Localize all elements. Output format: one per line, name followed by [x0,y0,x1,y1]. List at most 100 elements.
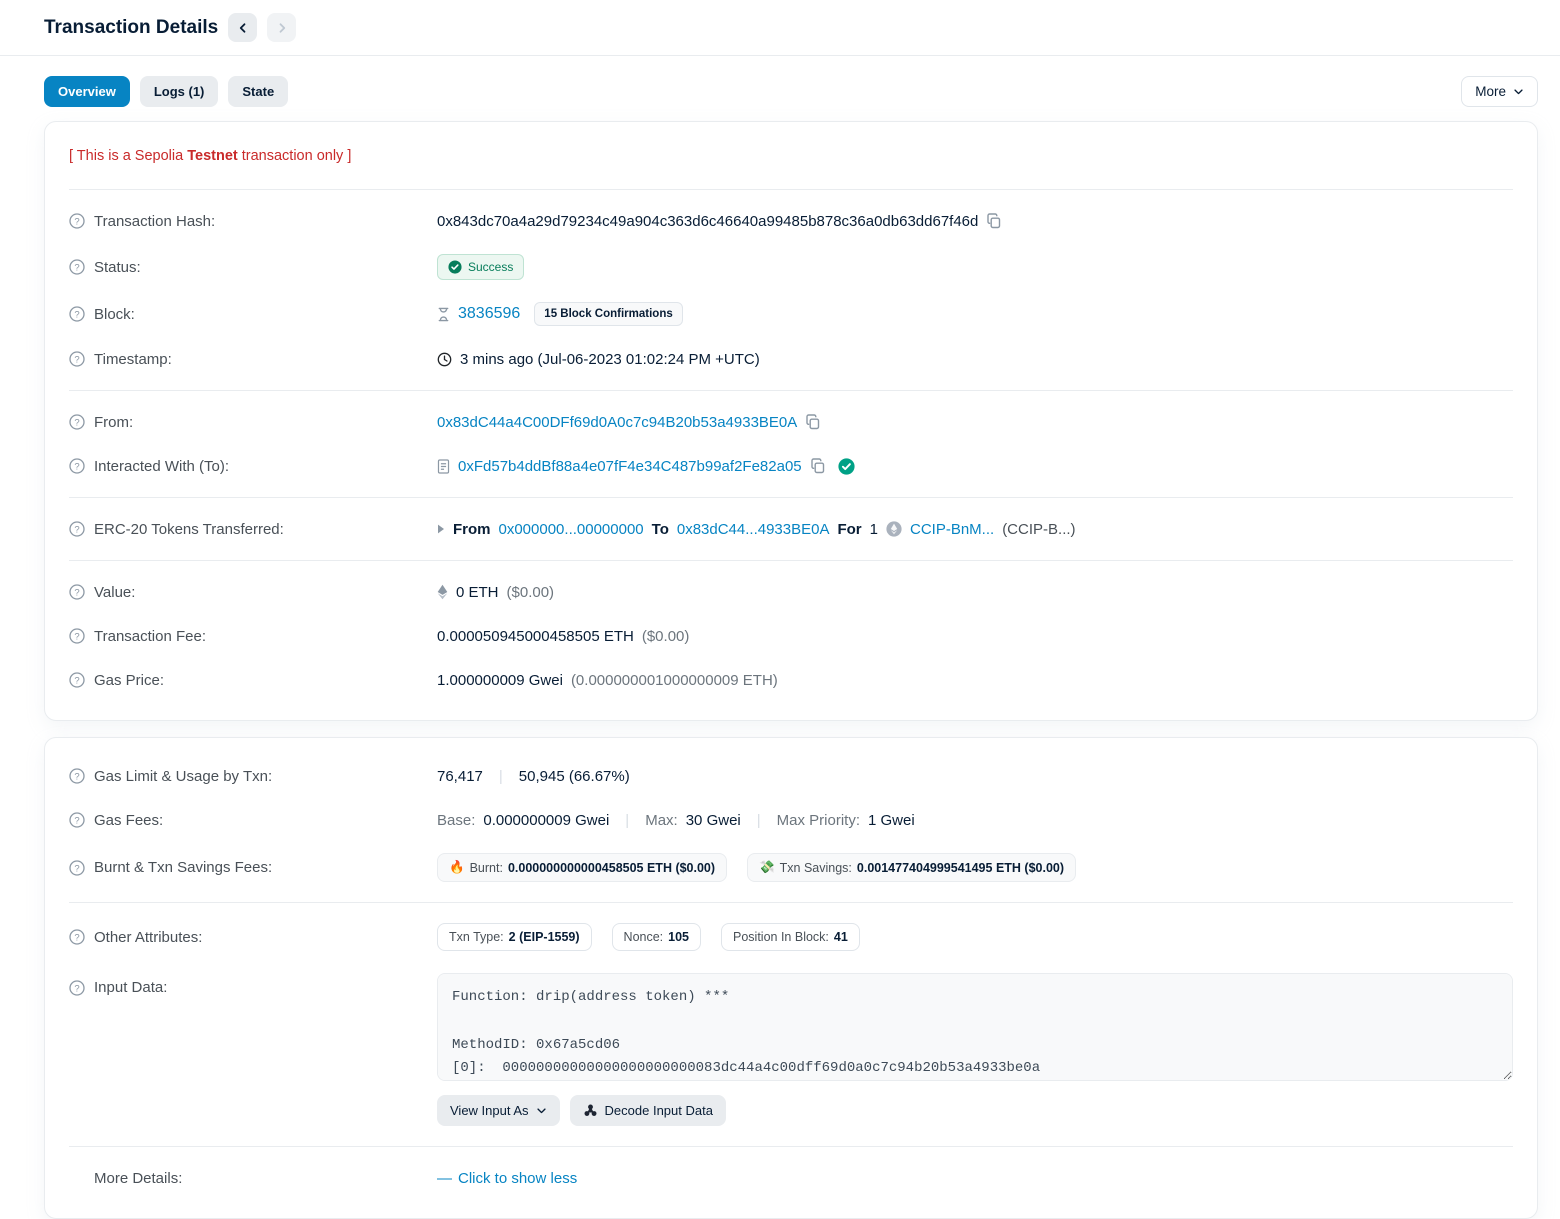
help-icon[interactable]: ? [69,351,85,367]
next-transaction-button[interactable] [267,13,296,42]
eth-icon [437,584,448,600]
copy-icon[interactable] [805,414,821,430]
status-label: ? Status: [69,259,437,276]
chevron-right-icon [276,22,288,34]
help-icon[interactable]: ? [69,980,85,996]
help-icon[interactable]: ? [69,860,85,876]
block-label: ? Block: [69,306,437,323]
divider [69,902,1513,903]
value-row: ? Value: 0 ETH ($0.00) [69,570,1513,614]
txn-type-badge: Txn Type: 2 (EIP-1559) [437,923,592,951]
tab-overview[interactable]: Overview [44,76,130,107]
value-amount: 0 ETH [456,584,499,601]
burnt-savings-row: ? Burnt & Txn Savings Fees: 🔥 Burnt: 0.0… [69,842,1513,893]
help-icon[interactable]: ? [69,259,85,275]
svg-text:?: ? [74,771,79,782]
tab-state[interactable]: State [228,76,288,107]
svg-text:?: ? [74,309,79,320]
burnt-value: 0.000000000000458505 ETH ($0.00) [508,861,715,875]
previous-transaction-button[interactable] [228,13,257,42]
more-details-row: More Details: — Click to show less [69,1156,1513,1200]
interacted-with-row: ? Interacted With (To): 0xFd57b4ddBf88a4… [69,444,1513,488]
input-data-row: ? Input Data: Function: drip(address tok… [69,962,1513,1137]
transaction-fee-usd: ($0.00) [642,628,690,645]
copy-icon[interactable] [986,213,1002,229]
timestamp-row: ? Timestamp: 3 mins ago (Jul-06-2023 01:… [69,337,1513,381]
show-less-link[interactable]: — Click to show less [437,1170,577,1187]
more-button[interactable]: More [1461,76,1538,107]
erc20-transfers-label: ? ERC-20 Tokens Transferred: [69,521,437,538]
value-label: ? Value: [69,584,437,601]
position-in-block-badge: Position In Block: 41 [721,923,860,951]
help-icon[interactable]: ? [69,414,85,430]
input-data-label: ? Input Data: [69,973,437,996]
help-icon[interactable]: ? [69,929,85,945]
gas-price-amount: 1.000000009 Gwei [437,672,563,689]
help-icon[interactable]: ? [69,584,85,600]
erc20-token-link[interactable]: CCIP-BnM... [910,521,994,538]
gas-fee-max-priority: 1 Gwei [868,812,915,829]
divider [69,189,1513,190]
help-icon[interactable]: ? [69,768,85,784]
svg-text:?: ? [74,983,79,994]
decode-icon [583,1103,598,1118]
svg-text:?: ? [74,863,79,874]
svg-text:?: ? [74,675,79,686]
gas-fees-row: ? Gas Fees: Base: 0.000000009 Gwei | Max… [69,798,1513,842]
gas-price-row: ? Gas Price: 1.000000009 Gwei (0.0000000… [69,658,1513,702]
svg-text:?: ? [74,417,79,428]
svg-text:?: ? [74,262,79,273]
testnet-notice: [ This is a Sepolia Testnet transaction … [69,138,1513,180]
help-icon[interactable]: ? [69,306,85,322]
transaction-fee-amount: 0.000050945000458505 ETH [437,628,634,645]
help-icon[interactable]: ? [69,628,85,644]
timestamp-value: 3 mins ago (Jul-06-2023 01:02:24 PM +UTC… [460,351,760,368]
tabs: Overview Logs (1) State [44,76,288,107]
chevron-down-icon [536,1105,547,1116]
from-row: ? From: 0x83dC44a4C00DFf69d0A0c7c94B20b5… [69,400,1513,444]
tabs-row: Overview Logs (1) State More [44,76,1538,107]
erc20-token-symbol: (CCIP-B...) [1002,521,1075,538]
view-input-as-button[interactable]: View Input As [437,1095,560,1126]
transaction-hash-row: ? Transaction Hash: 0x843dc70a4a29d79234… [69,199,1513,243]
erc20-transfer-item: From 0x000000...00000000 To 0x83dC44...4… [437,521,1513,538]
gas-fee-max: 30 Gwei [686,812,741,829]
input-data-textarea[interactable]: Function: drip(address token) *** Method… [437,973,1513,1081]
transaction-fee-row: ? Transaction Fee: 0.000050945000458505 … [69,614,1513,658]
fire-icon: 🔥 [449,860,465,875]
gas-limit-value: 76,417 [437,768,483,785]
verified-contract-icon [838,458,855,475]
chevron-left-icon [237,22,249,34]
help-icon[interactable]: ? [69,458,85,474]
interacted-with-address-link[interactable]: 0xFd57b4ddBf88a4e07fF4e34C487b99af2Fe82a… [458,458,802,475]
help-icon[interactable]: ? [69,213,85,229]
help-icon[interactable]: ? [69,672,85,688]
svg-text:?: ? [74,815,79,826]
tab-logs[interactable]: Logs (1) [140,76,219,107]
check-circle-icon [448,260,462,274]
copy-icon[interactable] [810,458,826,474]
txn-savings-value: 0.001477404999541495 ETH ($0.00) [857,861,1064,875]
divider [69,497,1513,498]
block-row: ? Block: 3836596 15 Block Confirmations [69,291,1513,337]
erc20-from-address-link[interactable]: 0x000000...00000000 [499,521,644,538]
burnt-badge: 🔥 Burnt: 0.000000000000458505 ETH ($0.00… [437,853,727,882]
svg-text:?: ? [74,524,79,535]
help-icon[interactable]: ? [69,521,85,537]
gas-usage-value: 50,945 (66.67%) [519,768,630,785]
help-icon[interactable]: ? [69,812,85,828]
txn-savings-badge: 💸 Txn Savings: 0.001477404999541495 ETH … [747,853,1076,882]
svg-text:?: ? [74,216,79,227]
burnt-savings-label: ? Burnt & Txn Savings Fees: [69,859,437,876]
details-card: ? Gas Limit & Usage by Txn: 76,417 | 50,… [44,737,1538,1219]
interacted-with-label: ? Interacted With (To): [69,458,437,475]
block-number-link[interactable]: 3836596 [458,305,520,323]
erc20-amount: 1 [870,521,878,538]
timestamp-label: ? Timestamp: [69,351,437,368]
minus-icon: — [437,1170,452,1187]
decode-input-data-button[interactable]: Decode Input Data [570,1095,726,1126]
transaction-hash-label: ? Transaction Hash: [69,213,437,230]
from-address-link[interactable]: 0x83dC44a4C00DFf69d0A0c7c94B20b53a4933BE… [437,414,797,431]
transaction-hash-value: 0x843dc70a4a29d79234c49a904c363d6c46640a… [437,213,978,230]
erc20-to-address-link[interactable]: 0x83dC44...4933BE0A [677,521,830,538]
